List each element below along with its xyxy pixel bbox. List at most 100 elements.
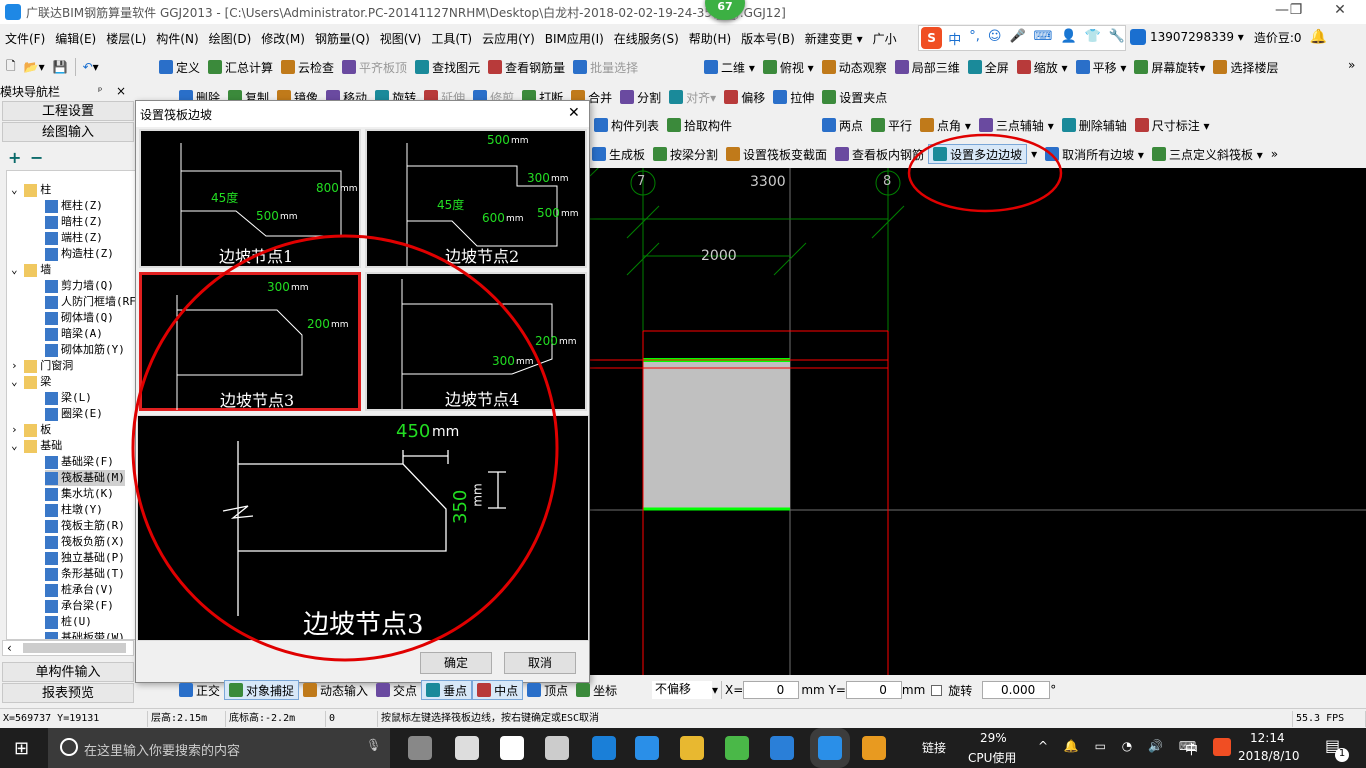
rotate-checkbox[interactable] bbox=[931, 684, 943, 696]
toolbar-button[interactable]: 坐标 bbox=[572, 680, 621, 700]
ime-item[interactable]: °, bbox=[969, 29, 980, 48]
toolbar-button[interactable]: 对象捕捉 bbox=[224, 680, 300, 700]
tree-item[interactable]: ⌄ 墙 bbox=[11, 262, 51, 278]
cancel-button[interactable]: 取消 bbox=[504, 652, 576, 674]
menu-item[interactable]: 钢筋量(Q) bbox=[310, 28, 375, 48]
menu-item[interactable]: 视图(V) bbox=[375, 28, 427, 48]
taskbar-app-icon[interactable] bbox=[455, 736, 479, 760]
toolbar-button[interactable]: 交点 bbox=[372, 680, 421, 700]
x-input[interactable]: 0 bbox=[743, 681, 800, 699]
offset-select[interactable]: 不偏移 bbox=[652, 681, 712, 699]
toolbar-button[interactable]: 全屏 bbox=[964, 57, 1013, 77]
maximize-button[interactable]: ❐ bbox=[1276, 2, 1316, 22]
expand-all-icon[interactable]: + bbox=[8, 148, 21, 167]
tree-item[interactable]: 暗柱(Z) bbox=[45, 214, 103, 230]
menu-item[interactable]: 新建变更 ▾ bbox=[800, 28, 868, 48]
tree-item[interactable]: 桩承台(V) bbox=[45, 582, 114, 598]
save-icon[interactable]: 💾 bbox=[49, 57, 72, 77]
toolbar-button[interactable]: 对齐▾ bbox=[665, 87, 720, 107]
tree-item[interactable]: 桩(U) bbox=[45, 614, 92, 630]
bell-icon[interactable]: 🔔 bbox=[1310, 29, 1327, 45]
toolbar-button[interactable]: 批量选择 bbox=[569, 57, 642, 77]
taskbar-app-icon[interactable] bbox=[592, 736, 616, 760]
menu-item[interactable]: BIM应用(I) bbox=[540, 28, 609, 48]
menu-item[interactable]: 构件(N) bbox=[151, 28, 203, 48]
ok-button[interactable]: 确定 bbox=[420, 652, 492, 674]
tree-item[interactable]: 基础梁(F) bbox=[45, 454, 114, 470]
toolbar-button[interactable]: 云检查 bbox=[277, 57, 338, 77]
tree-item[interactable]: ⌄ 柱 bbox=[11, 182, 51, 198]
menu-item[interactable]: 云应用(Y) bbox=[477, 28, 540, 48]
tray-link[interactable]: 链接 bbox=[922, 739, 946, 756]
tree-item[interactable]: 独立基础(P) bbox=[45, 550, 125, 566]
toolbar-button[interactable]: 偏移 bbox=[720, 87, 769, 107]
toolbar-button[interactable]: 构件列表 bbox=[590, 115, 663, 135]
tree-item[interactable]: 条形基础(T) bbox=[45, 566, 125, 582]
tree-item[interactable]: 暗梁(A) bbox=[45, 326, 103, 342]
new-file-icon[interactable]: 🗋 bbox=[2, 57, 20, 77]
ime-item[interactable]: 👕 bbox=[1085, 29, 1101, 48]
tree-horizontal-scrollbar[interactable]: ‹ bbox=[2, 640, 134, 656]
toolbar-button[interactable]: 设置筏板变截面 bbox=[722, 144, 831, 164]
clock-time[interactable]: 12:14 bbox=[1250, 731, 1285, 745]
menu-item[interactable]: 帮助(H) bbox=[684, 28, 736, 48]
chevron-icon[interactable]: ⌄ bbox=[11, 183, 24, 196]
toolbar-button[interactable]: 设置多边边坡 bbox=[928, 144, 1028, 164]
taskbar-app-icon[interactable] bbox=[770, 736, 794, 760]
tree-item[interactable]: 剪力墙(Q) bbox=[45, 278, 114, 294]
ime-item[interactable]: ⌨ bbox=[1034, 29, 1053, 48]
clock-date[interactable]: 2018/8/10 bbox=[1238, 749, 1300, 763]
toolbar-button[interactable]: 平移 ▾ bbox=[1072, 57, 1131, 77]
ime-item[interactable]: 中 bbox=[948, 29, 961, 48]
toolbar-button[interactable]: 缩放 ▾ bbox=[1013, 57, 1072, 77]
taskbar-search[interactable]: 在这里输入你要搜索的内容 🎙 bbox=[48, 728, 390, 768]
toolbar-button[interactable]: 分割 bbox=[616, 87, 665, 107]
menu-item[interactable]: 版本号(B) bbox=[736, 28, 800, 48]
toolbar-button[interactable]: 动态观察 bbox=[818, 57, 891, 77]
tree-item[interactable]: 圈梁(E) bbox=[45, 406, 103, 422]
toolbar-button[interactable]: 生成板 bbox=[588, 144, 649, 164]
tree-item[interactable]: 端柱(Z) bbox=[45, 230, 103, 246]
sogou-tray-icon[interactable] bbox=[1213, 738, 1231, 756]
toolbar-button[interactable]: 两点 bbox=[818, 115, 867, 135]
report-preview-button[interactable]: 报表预览 bbox=[2, 683, 134, 703]
tree-item[interactable]: 承台梁(F) bbox=[45, 598, 114, 614]
tree-item[interactable]: 构造柱(Z) bbox=[45, 246, 114, 262]
tree-item[interactable]: › 门窗洞 bbox=[11, 358, 73, 374]
undo-icon[interactable]: ↶ ▾ bbox=[79, 57, 103, 77]
tree-item[interactable]: ⌄ 梁 bbox=[11, 374, 51, 390]
toolbar-button[interactable]: 中点 bbox=[472, 680, 524, 700]
ime-item[interactable]: 🔧 bbox=[1109, 29, 1125, 48]
drawing-input-button[interactable]: 绘图输入 bbox=[2, 122, 134, 142]
taskbar-app-icon[interactable] bbox=[545, 736, 569, 760]
toolbar-button[interactable]: 二维 ▾ bbox=[700, 57, 759, 77]
tree-item[interactable]: 集水坑(K) bbox=[45, 486, 114, 502]
toolbar-button[interactable]: 拉伸 bbox=[769, 87, 818, 107]
menu-item[interactable]: 工具(T) bbox=[426, 28, 477, 48]
menu-item[interactable]: 编辑(E) bbox=[50, 28, 101, 48]
tree-item[interactable]: › 板 bbox=[11, 422, 51, 438]
ime-indicator[interactable]: 中 bbox=[1185, 739, 1198, 758]
toolbar-button[interactable]: 垂点 bbox=[421, 680, 473, 700]
taskbar-app-icon[interactable] bbox=[818, 736, 842, 760]
toolbar-more[interactable]: » bbox=[1348, 58, 1355, 72]
slope-node-option-1[interactable]: 45度 500 mm 800 mm 边坡节点1 bbox=[139, 129, 361, 268]
toolbar-button[interactable]: 平齐板顶 bbox=[338, 57, 411, 77]
toolbar-button[interactable]: 顶点 bbox=[523, 680, 572, 700]
chevron-icon[interactable]: ⌄ bbox=[11, 439, 24, 452]
nav-close-icon[interactable]: × bbox=[116, 84, 126, 98]
toolbar-button[interactable]: » bbox=[1267, 144, 1282, 164]
slope-node-option-4[interactable]: 300 mm 200 mm 边坡节点4 bbox=[365, 272, 587, 411]
ime-item[interactable]: ☺ bbox=[988, 29, 1002, 48]
tree-item[interactable]: 人防门框墙(RF) bbox=[45, 294, 135, 310]
toolbar-button[interactable]: 动态输入 bbox=[299, 680, 372, 700]
toolbar-button[interactable]: 按梁分割 bbox=[649, 144, 722, 164]
account-phone[interactable]: 13907298339 ▾ bbox=[1150, 30, 1244, 44]
ime-item[interactable]: 👤 bbox=[1060, 29, 1076, 48]
dialog-close-button[interactable]: ✕ bbox=[568, 105, 580, 121]
chevron-icon[interactable]: ⌄ bbox=[11, 263, 24, 276]
close-button[interactable]: ✕ bbox=[1320, 2, 1360, 22]
taskbar-app-icon[interactable] bbox=[635, 736, 659, 760]
tree-item[interactable]: 筏板主筋(R) bbox=[45, 518, 125, 534]
tray-icons[interactable]: ^ 🔔 ▭ ◔ 🔊 ⌨ bbox=[1038, 739, 1202, 753]
